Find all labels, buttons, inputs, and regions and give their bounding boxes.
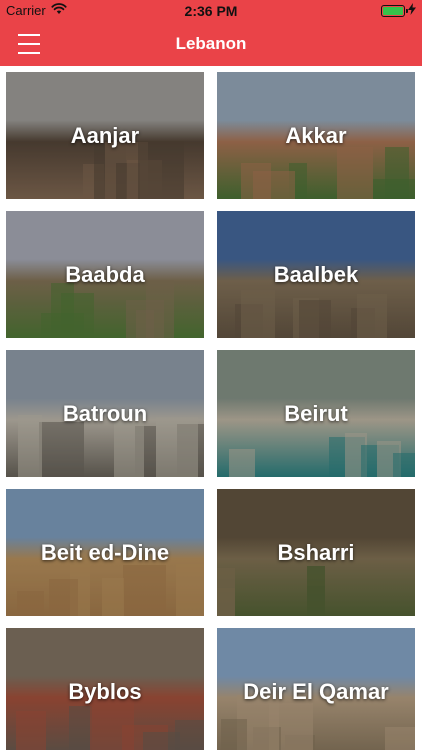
city-tile[interactable]: Beirut [217, 350, 415, 477]
city-name: Deir El Qamar [243, 678, 389, 704]
city-tile[interactable]: Baabda [6, 211, 204, 338]
city-name: Bsharri [277, 539, 355, 565]
status-bar: Carrier 2:36 PM [0, 0, 422, 22]
city-tile[interactable]: Akkar [217, 72, 415, 199]
city-tile[interactable]: Deir El Qamar [217, 628, 415, 750]
city-tile[interactable]: Beit ed-Dine [6, 489, 204, 616]
battery-fill [383, 6, 403, 15]
city-name: Beirut [284, 400, 348, 426]
city-tile[interactable]: Baalbek [217, 211, 415, 338]
city-tile[interactable]: Batroun [6, 350, 204, 477]
status-right [381, 3, 416, 18]
navigation-bar: Lebanon [0, 22, 422, 66]
city-name: Aanjar [70, 122, 140, 148]
battery-icon [381, 4, 408, 17]
city-tile[interactable]: Bsharri [217, 489, 415, 616]
city-name: Beit ed-Dine [40, 539, 170, 565]
city-grid: Aanjar Akkar Baabda Baalbek Batroun Beirut Bei… [6, 72, 416, 750]
city-tile[interactable]: Aanjar [6, 72, 204, 199]
city-name: Baalbek [273, 261, 359, 287]
city-tile[interactable]: Byblos [6, 628, 204, 750]
city-name: Batroun [62, 400, 148, 426]
city-name: Baabda [65, 261, 145, 287]
city-name: Akkar [285, 122, 347, 148]
page-title: Lebanon [175, 34, 247, 53]
clock: 2:36 PM [184, 3, 238, 19]
city-name: Byblos [68, 678, 142, 704]
charging-bolt-icon [408, 3, 416, 18]
